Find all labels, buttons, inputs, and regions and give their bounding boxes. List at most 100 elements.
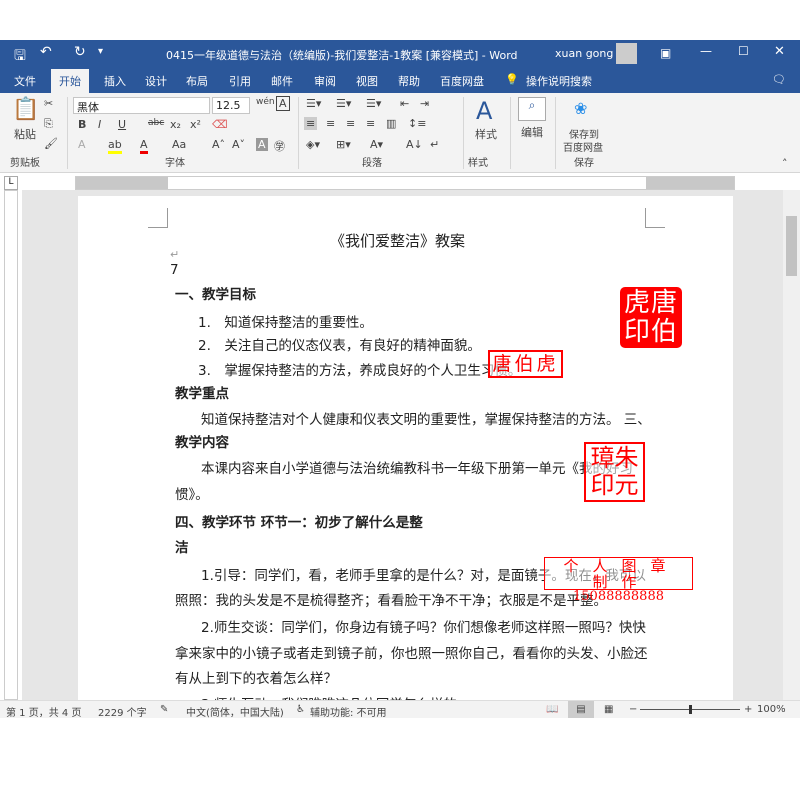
show-marks-icon[interactable]: ↵ <box>430 138 439 151</box>
customize-icon[interactable]: ▾ <box>98 46 103 57</box>
sort-icon[interactable]: A↓ <box>406 138 423 151</box>
baidu-disk-label[interactable]: 百度网盘 <box>563 139 603 154</box>
tab-insert[interactable]: 插入 <box>104 73 126 89</box>
heading-content: 教学内容 <box>175 435 229 451</box>
status-bar: 第 1 页，共 4 页 2229 个字 ✎ 中文(简体，中国大陆) ♿ 辅助功能… <box>0 700 800 719</box>
ribbon-tabs: 文件 开始 插入 设计 布局 引用 邮件 审阅 视图 帮助 百度网盘 💡 操作说… <box>0 68 800 93</box>
list-item: 2. 关注自己的仪态仪表，有良好的精神面貌。 <box>198 338 481 354</box>
vertical-ruler[interactable] <box>4 190 18 700</box>
save-icon[interactable]: 🖫 <box>14 45 26 69</box>
borders-icon[interactable]: ⊞▾ <box>336 138 351 151</box>
paste-label[interactable]: 粘贴 <box>14 126 36 142</box>
font-name-select[interactable]: 黑体 <box>73 97 210 114</box>
paragraph-mark: ↵ <box>170 248 180 261</box>
stamp-phone: 15088888888 <box>573 589 664 604</box>
list-item: 3. 掌握保持整洁的方法，养成良好的个人卫生习惯。 <box>198 363 522 379</box>
decrease-indent-icon[interactable]: ⇤ <box>400 97 409 110</box>
char-border-icon[interactable]: A <box>276 96 290 111</box>
align-center-icon[interactable]: ≡ <box>326 117 335 130</box>
heading-objectives: 一、教学目标 <box>175 287 256 303</box>
read-mode-icon[interactable]: 📖 <box>546 704 558 715</box>
zoom-in-icon[interactable]: + <box>744 704 752 715</box>
comments-icon[interactable]: 🗨 <box>772 73 786 86</box>
tab-home[interactable]: 开始 <box>51 69 89 93</box>
tab-file[interactable]: 文件 <box>14 73 36 89</box>
increase-indent-icon[interactable]: ⇥ <box>420 97 429 110</box>
seal-stamp-box: 璋朱印元 <box>584 442 645 502</box>
copy-icon[interactable]: ⎘ <box>44 117 53 131</box>
asian-layout-icon[interactable]: A▾ <box>370 138 383 151</box>
user-name[interactable]: xuan gong <box>555 47 613 60</box>
ribbon-display-icon[interactable]: ▣ <box>660 46 671 60</box>
multilevel-list-icon[interactable]: ☰▾ <box>366 97 381 110</box>
search-icon[interactable]: ⌕ <box>518 97 546 121</box>
format-painter-icon[interactable]: 🖌 <box>44 137 58 150</box>
tab-selector[interactable]: L <box>4 176 18 190</box>
undo-icon[interactable]: ↶ <box>40 44 52 60</box>
text-line: 知道保持整洁对个人健康和仪表文明的重要性，掌握保持整洁的方法。 三、 <box>201 412 651 428</box>
char-shading-icon[interactable]: A <box>256 138 268 151</box>
align-right-icon[interactable]: ≡ <box>346 117 355 130</box>
cut-icon[interactable]: ✂ <box>44 97 53 110</box>
styles-icon[interactable]: A <box>476 97 492 125</box>
zoom-level[interactable]: 100% <box>757 704 786 715</box>
font-color-icon[interactable]: A <box>140 138 148 154</box>
bold-icon[interactable]: B <box>78 118 86 131</box>
redo-icon[interactable]: ↻ <box>74 44 86 60</box>
tab-view[interactable]: 视图 <box>356 73 378 89</box>
avatar[interactable] <box>616 43 637 64</box>
language[interactable]: 中文(简体，中国大陆) <box>186 704 284 719</box>
horizontal-ruler[interactable] <box>75 176 735 190</box>
editing-button[interactable]: 编辑 <box>521 124 543 140</box>
print-layout-icon[interactable]: ▤ <box>568 701 594 718</box>
shrink-font-icon[interactable]: A˅ <box>232 138 245 151</box>
page-count[interactable]: 第 1 页，共 4 页 <box>6 704 81 719</box>
proofing-icon[interactable]: ✎ <box>160 704 168 715</box>
distributed-icon[interactable]: ▥ <box>386 117 396 130</box>
subscript-icon[interactable]: x₂ <box>170 118 181 131</box>
bullets-icon[interactable]: ☰▾ <box>306 97 321 110</box>
change-case-icon[interactable]: Aa <box>172 138 186 151</box>
styles-button[interactable]: 样式 <box>475 126 497 142</box>
font-size-select[interactable]: 12.5 <box>212 97 250 114</box>
text-effects-icon[interactable]: A <box>78 138 86 151</box>
highlight-icon[interactable]: ab <box>108 138 122 154</box>
line-spacing-icon[interactable]: ↕≡ <box>408 117 426 130</box>
shading-icon[interactable]: ◈▾ <box>306 138 320 151</box>
align-left-icon[interactable]: ≡ <box>304 117 318 130</box>
tab-review[interactable]: 审阅 <box>314 73 336 89</box>
vertical-scrollbar[interactable] <box>783 190 800 700</box>
maximize-icon[interactable]: ☐ <box>738 44 749 58</box>
tab-layout[interactable]: 布局 <box>186 73 208 89</box>
tab-baidu[interactable]: 百度网盘 <box>440 73 484 89</box>
web-layout-icon[interactable]: ▦ <box>604 704 613 715</box>
group-clipboard: 剪贴板 <box>10 158 40 169</box>
tell-me-search[interactable]: 操作说明搜索 <box>526 73 592 89</box>
minimize-icon[interactable]: — <box>700 44 712 58</box>
superscript-icon[interactable]: x² <box>190 118 201 131</box>
zoom-slider-thumb[interactable] <box>689 705 692 714</box>
seal-stamp-square: 虎唐印伯 <box>620 287 682 348</box>
strikethrough-icon[interactable]: abc <box>148 118 164 128</box>
clear-format-icon[interactable]: ⌫ <box>212 118 228 131</box>
enclose-char-icon[interactable]: ㊫ <box>274 138 285 154</box>
grow-font-icon[interactable]: A˄ <box>212 138 225 151</box>
doc-title: 《我们爱整洁》教案 <box>330 232 466 250</box>
tab-mailings[interactable]: 邮件 <box>271 73 293 89</box>
underline-icon[interactable]: U <box>118 118 126 131</box>
tab-help[interactable]: 帮助 <box>398 73 420 89</box>
accessibility-status[interactable]: 辅助功能: 不可用 <box>310 704 387 719</box>
close-icon[interactable]: ✕ <box>774 44 785 59</box>
collapse-ribbon-icon[interactable]: ˄ <box>782 157 788 170</box>
tab-design[interactable]: 设计 <box>145 73 167 89</box>
justify-icon[interactable]: ≡ <box>366 117 375 130</box>
word-count[interactable]: 2229 个字 <box>98 704 147 719</box>
paste-icon[interactable]: 📋 <box>12 97 39 122</box>
numbering-icon[interactable]: ☰▾ <box>336 97 351 110</box>
phonetic-guide-icon[interactable]: wén <box>256 97 275 107</box>
italic-icon[interactable]: I <box>98 118 101 131</box>
zoom-out-icon[interactable]: − <box>629 704 637 715</box>
text-line: 照照：我的头发是不是梳得整齐；看看脸干净不干净；衣服是不是平整。 <box>175 593 607 609</box>
scroll-thumb[interactable] <box>786 216 797 276</box>
tab-references[interactable]: 引用 <box>229 73 251 89</box>
